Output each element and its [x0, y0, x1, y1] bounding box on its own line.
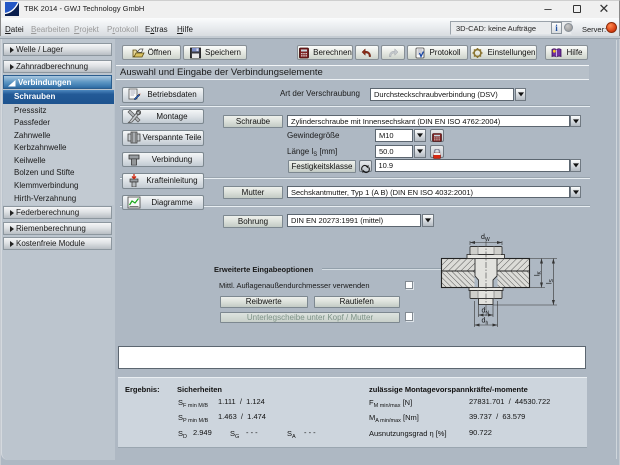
svg-text:lS: lS — [547, 278, 556, 284]
svg-text:lK: lK — [535, 270, 544, 276]
svg-text:h: h — [486, 321, 489, 327]
svg-text:W: W — [485, 237, 490, 243]
